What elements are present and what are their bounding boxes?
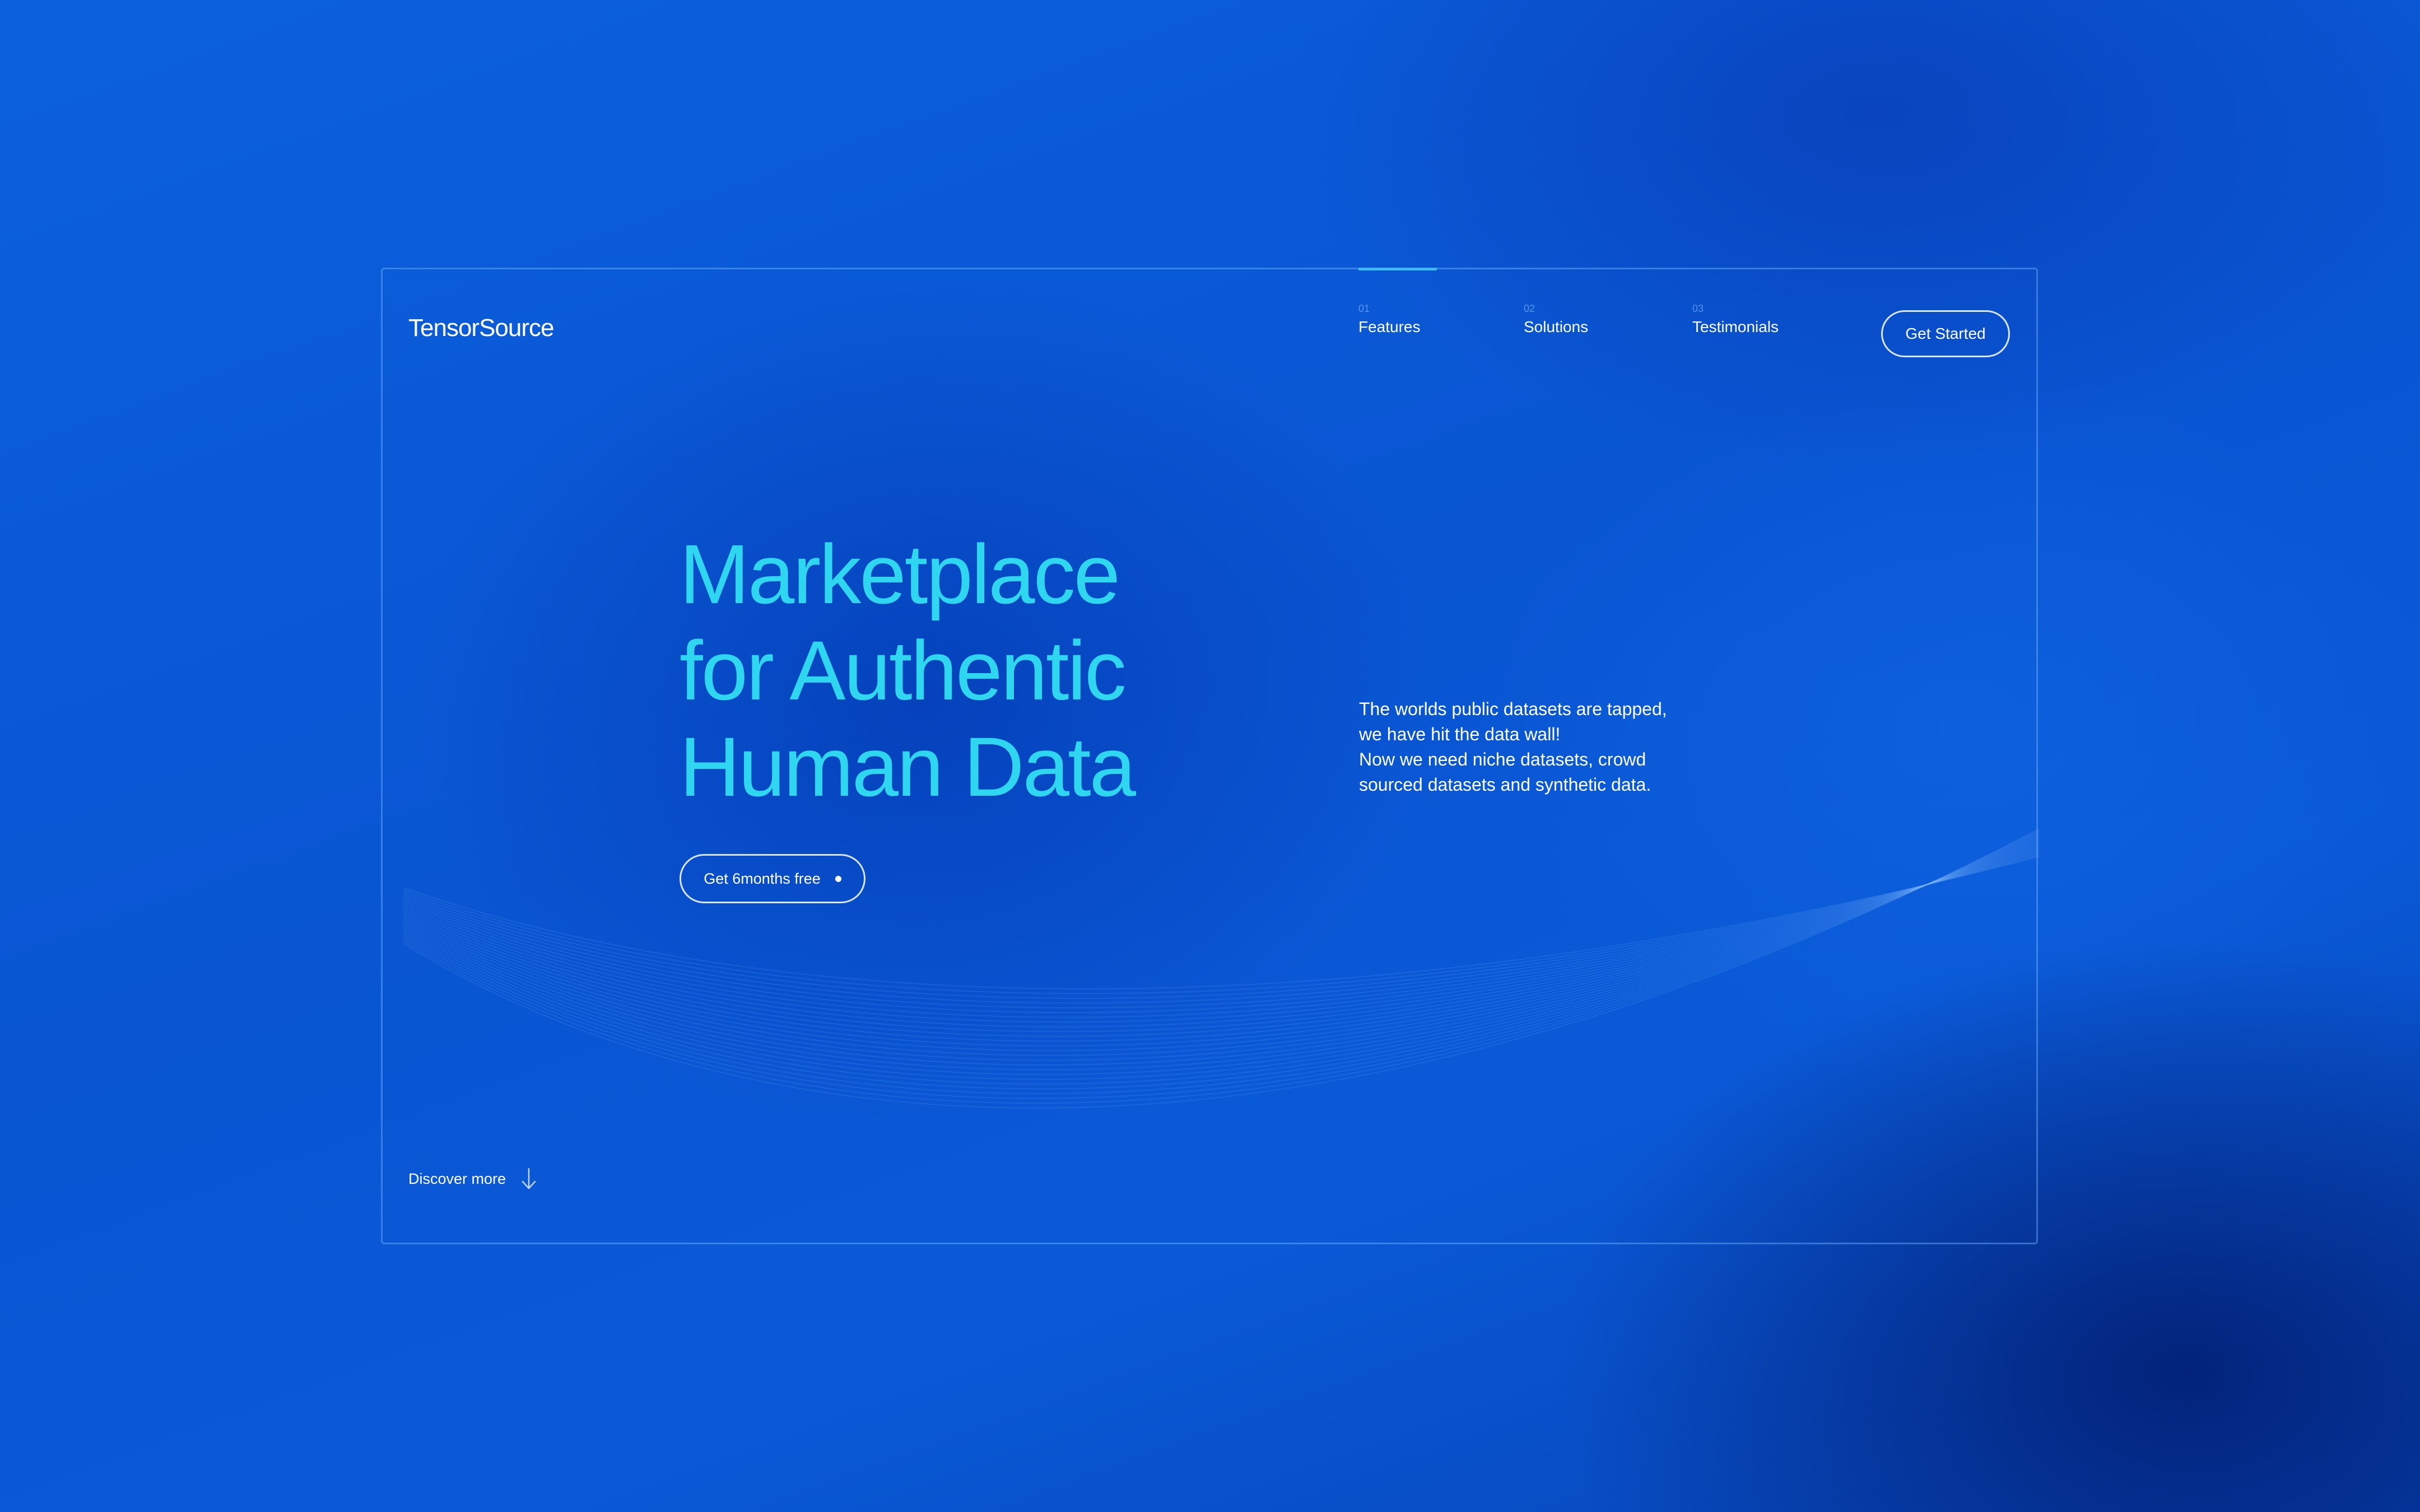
active-nav-indicator xyxy=(1358,268,1437,270)
headline-line: for Authentic xyxy=(680,623,1127,717)
hero-description: The worlds public datasets are tapped, w… xyxy=(1359,697,1751,797)
arrow-down-icon xyxy=(522,1168,536,1189)
hero-frame: TensorSource 01 Features 02 Solutions 03… xyxy=(381,268,2038,1244)
headline-line: Human Data xyxy=(680,720,1136,814)
nav-label: Testimonials xyxy=(1692,318,1779,335)
description-line: sourced datasets and synthetic data. xyxy=(1359,774,1651,795)
description-line: Now we need niche datasets, crowd xyxy=(1359,749,1646,769)
get-started-button[interactable]: Get Started xyxy=(1881,310,2010,357)
nav-number: 03 xyxy=(1692,303,1704,314)
nav-label: Features xyxy=(1358,318,1421,335)
discover-more-label: Discover more xyxy=(408,1170,506,1187)
brand-logo[interactable]: TensorSource xyxy=(408,314,554,342)
hero-headline: Marketplace for Authentic Human Data xyxy=(680,526,1136,815)
dot-icon xyxy=(835,875,841,882)
nav-number: 02 xyxy=(1524,303,1535,314)
nav-number: 01 xyxy=(1358,303,1370,314)
description-line: The worlds public datasets are tapped, xyxy=(1359,699,1667,719)
headline-line: Marketplace xyxy=(680,527,1120,621)
nav-item-features[interactable]: 01 Features xyxy=(1358,303,1421,336)
free-trial-button[interactable]: Get 6months free xyxy=(680,854,865,903)
nav-item-solutions[interactable]: 02 Solutions xyxy=(1524,303,1588,336)
nav-item-testimonials[interactable]: 03 Testimonials xyxy=(1692,303,1779,336)
free-trial-label: Get 6months free xyxy=(704,870,821,887)
nav-label: Solutions xyxy=(1524,318,1589,335)
discover-more-link[interactable]: Discover more xyxy=(408,1168,537,1190)
description-line: we have hit the data wall! xyxy=(1359,724,1561,744)
